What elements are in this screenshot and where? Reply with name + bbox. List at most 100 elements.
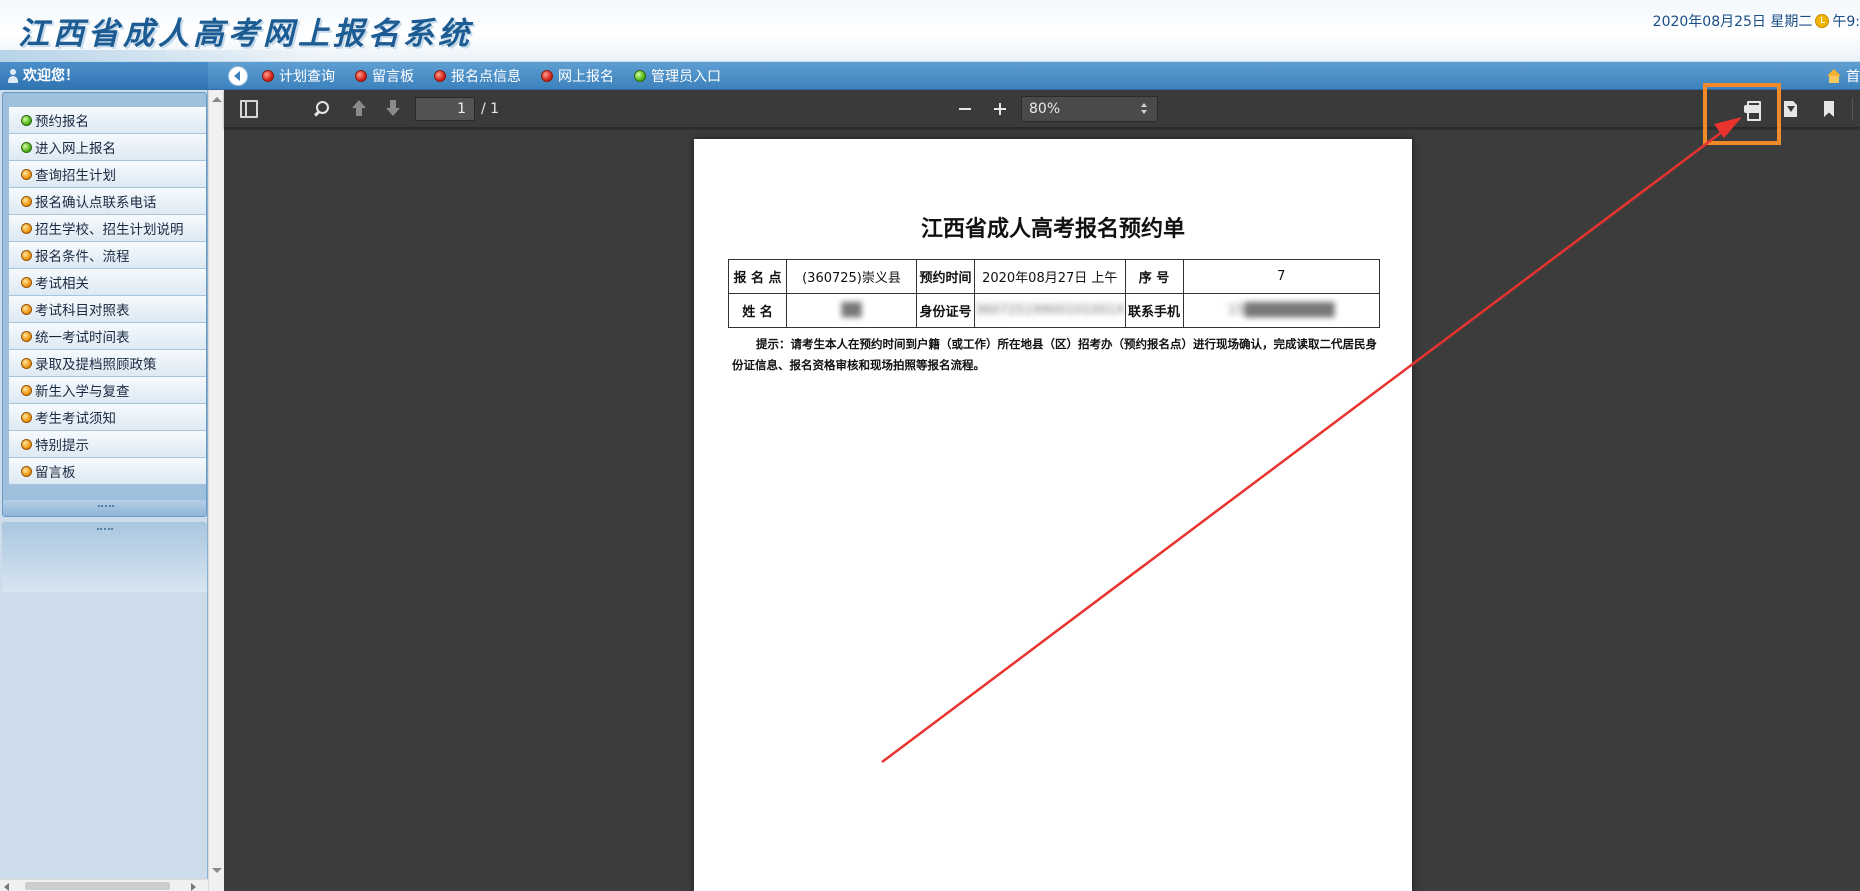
date-text: 2020年08月25日 星期二 <box>1652 14 1813 30</box>
table-label: 预约时间 <box>916 259 975 294</box>
sidebar-item[interactable]: 查询招生计划 <box>9 161 206 188</box>
orange-dot-icon <box>21 195 32 207</box>
table-cell: ██ <box>786 293 917 328</box>
print-highlight-box <box>1703 83 1781 145</box>
sidebar-item-label: 招生学校、招生计划说明 <box>35 222 184 238</box>
sidebar-menu: 预约报名进入网上报名 查询招生计划报名确认点联系电话招生学校、招生计划说明 报名条件… <box>2 92 207 517</box>
home-label: 首 <box>1846 69 1860 85</box>
sidebar-item-label: 报名确认点联系电话 <box>35 195 157 211</box>
sidebar-item[interactable]: 特别提示 <box>9 431 206 458</box>
orange-dot-icon <box>21 249 32 261</box>
scroll-right-icon[interactable] <box>191 883 196 891</box>
left-sidebar: 预约报名进入网上报名 查询招生计划报名确认点联系电话招生学校、招生计划说明 报名条件… <box>0 90 208 891</box>
sidebar-item-label: 报名条件、流程 <box>35 249 130 265</box>
sidebar-horizontal-scrollbar[interactable] <box>0 879 208 891</box>
orange-dot-icon <box>21 411 32 423</box>
top-nav: 欢迎您！ 计划查询 留言板 报名点信息 网上报名 管理员入口 首 <box>0 62 1860 90</box>
time-text: 午9: <box>1832 14 1860 30</box>
sidebar-item[interactable]: 考试相关 <box>9 269 206 296</box>
table-cell: 36072519900101001X <box>974 293 1126 328</box>
sidebar-item-label: 考生考试须知 <box>35 411 116 427</box>
table-label: 身份证号 <box>916 293 975 328</box>
user-icon <box>8 69 18 83</box>
table-label: 序 号 <box>1124 259 1184 294</box>
sidebar-item[interactable]: 报名确认点联系电话 <box>9 188 206 215</box>
orange-dot-icon <box>21 330 32 342</box>
nav-item-label: 留言板 <box>372 69 414 85</box>
document-tip: 提示：请考生本人在预约时间到户籍（或工作）所在地县（区）招考办（预约报名点）进行… <box>732 337 1377 372</box>
nav-item-site-info[interactable]: 报名点信息 <box>434 66 521 86</box>
orange-dot-icon <box>21 384 32 396</box>
sidebar-item[interactable]: 进入网上报名 <box>9 134 206 161</box>
orange-dot-icon <box>21 357 32 369</box>
scroll-thumb[interactable] <box>25 882 170 890</box>
table-label: 联系手机 <box>1124 293 1184 328</box>
pdf-toolbar: 1 / 1 80% <box>224 90 1860 128</box>
scroll-left-icon[interactable] <box>4 883 9 891</box>
red-dot-icon <box>262 70 274 82</box>
sidebar-item-label: 考试相关 <box>35 276 89 292</box>
orange-dot-icon <box>21 168 32 180</box>
sidebar-toggle-icon[interactable] <box>240 100 258 118</box>
sidebar-item[interactable]: 预约报名 <box>9 107 206 134</box>
sidebar-item[interactable]: 考试科目对照表 <box>9 296 206 323</box>
table-cell: 7 <box>1182 259 1381 294</box>
sidebar-item[interactable]: 新生入学与复查 <box>9 377 206 404</box>
sidebar-item[interactable]: 录取及提档照顾政策 <box>9 350 206 377</box>
nav-item-label: 网上报名 <box>558 69 614 85</box>
nav-item-label: 管理员入口 <box>651 69 721 85</box>
download-icon[interactable] <box>1782 100 1800 118</box>
nav-item-label: 计划查询 <box>279 69 335 85</box>
next-page-icon[interactable] <box>384 100 402 118</box>
sidebar-scrollbar[interactable] <box>208 90 224 891</box>
sidebar-item-label: 特别提示 <box>35 438 89 454</box>
home-icon <box>1826 69 1842 83</box>
menu-resize-grip[interactable] <box>3 500 206 516</box>
sidebar-item-label: 查询招生计划 <box>35 168 116 184</box>
sidebar-item[interactable]: 报名条件、流程 <box>9 242 206 269</box>
back-arrow-icon[interactable] <box>228 66 248 86</box>
green-dot-icon <box>21 114 32 126</box>
scroll-down-icon[interactable] <box>212 868 222 873</box>
nav-item-online-registration[interactable]: 网上报名 <box>541 66 614 86</box>
date-display: 2020年08月25日 星期二 午9: <box>1653 11 1860 31</box>
sidebar-item[interactable]: 考生考试须知 <box>9 404 206 431</box>
zoom-value: 80% <box>1029 101 1061 117</box>
sidebar-item-label: 新生入学与复查 <box>35 384 130 400</box>
pdf-page: 江西省成人高考报名预约单 报 名 点 (360725)崇义县 预约时间 2020… <box>694 139 1412 891</box>
nav-item-message-board[interactable]: 留言板 <box>355 66 414 86</box>
table-cell: (360725)崇义县 <box>786 259 917 294</box>
zoom-out-icon[interactable] <box>956 100 974 118</box>
page-number-input[interactable]: 1 <box>415 97 475 121</box>
zoom-select[interactable]: 80% <box>1021 96 1158 122</box>
previous-page-icon[interactable] <box>350 100 368 118</box>
green-dot-icon <box>634 70 646 82</box>
registration-table: 报 名 点 (360725)崇义县 预约时间 2020年08月27日 上午 序 … <box>728 259 1381 328</box>
orange-dot-icon <box>21 303 32 315</box>
orange-dot-icon <box>21 276 32 288</box>
sidebar-menu-list: 预约报名进入网上报名 查询招生计划报名确认点联系电话招生学校、招生计划说明 报名条件… <box>3 93 206 485</box>
sidebar-item-label: 统一考试时间表 <box>35 330 130 346</box>
sidebar-item[interactable]: 统一考试时间表 <box>9 323 206 350</box>
table-label: 报 名 点 <box>728 259 787 294</box>
grip-dots[interactable] <box>97 528 113 532</box>
nav-item-admin-entry[interactable]: 管理员入口 <box>634 66 721 86</box>
redacted-id-number: 36072519900101001X <box>975 303 1125 318</box>
home-link[interactable]: 首 <box>1826 62 1860 90</box>
sidebar-item[interactable]: 留言板 <box>9 458 206 485</box>
grip-dots <box>98 505 114 509</box>
table-label: 姓 名 <box>728 293 787 328</box>
document-title: 江西省成人高考报名预约单 <box>920 216 1185 242</box>
sidebar-item[interactable]: 招生学校、招生计划说明 <box>9 215 206 242</box>
redacted-name: ██ <box>841 303 862 318</box>
welcome-text: 欢迎您！ <box>23 68 79 84</box>
scroll-up-icon[interactable] <box>212 97 222 102</box>
sidebar-item-label: 进入网上报名 <box>35 141 116 157</box>
clock-icon <box>1815 14 1830 28</box>
nav-item-plan-query[interactable]: 计划查询 <box>262 66 335 86</box>
zoom-in-icon[interactable] <box>991 100 1009 118</box>
table-row: 姓 名 ██ 身份证号 36072519900101001X 联系手机 15██… <box>728 293 1381 328</box>
bookmark-icon[interactable] <box>1820 100 1838 118</box>
table-cell: 15█████████ <box>1182 293 1381 328</box>
search-icon[interactable] <box>312 100 330 118</box>
